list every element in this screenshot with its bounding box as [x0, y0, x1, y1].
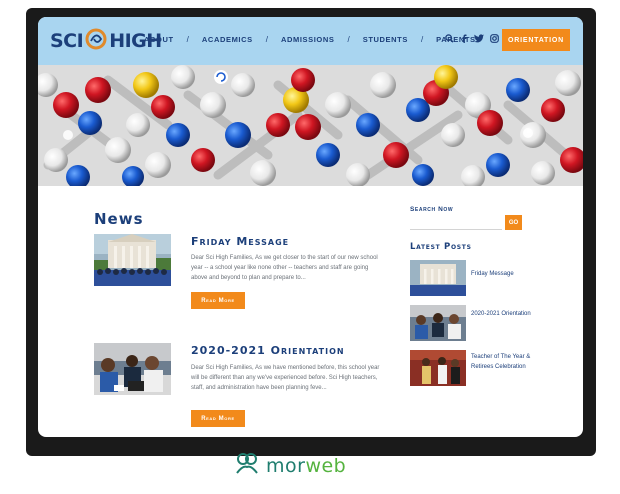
post-thumbnail-orientation[interactable]: [94, 343, 171, 395]
news-heading: News: [94, 210, 144, 228]
latest-post-label[interactable]: Friday Message: [471, 269, 551, 279]
post-thumbnail-friday-message[interactable]: [94, 234, 171, 286]
nav-separator: /: [265, 35, 268, 44]
nav-item-academics[interactable]: Academics: [202, 35, 253, 44]
post-title-orientation[interactable]: 2020-2021 Orientation: [191, 344, 345, 357]
search-now-label: Search Now: [410, 206, 454, 213]
latest-posts-heading: Latest Posts: [410, 242, 472, 252]
nav-item-students[interactable]: Students: [363, 35, 408, 44]
nav-separator: /: [347, 35, 350, 44]
hero-molecule-image: [38, 65, 583, 186]
nav-separator: /: [186, 35, 189, 44]
browser-window: SCI HIGH About / Academics / Admissions …: [38, 17, 583, 437]
sidebar-search-input[interactable]: [410, 215, 502, 230]
read-more-button-orientation[interactable]: Read More: [191, 410, 245, 427]
post-excerpt-friday-message: Dear Sci High Families, As we get closer…: [191, 255, 378, 281]
instagram-icon[interactable]: [490, 34, 499, 43]
read-more-button-friday-message[interactable]: Read More: [191, 292, 245, 309]
post-excerpt-orientation: Dear Sci High Families, As we have menti…: [191, 365, 380, 391]
nav-item-about[interactable]: About: [144, 35, 174, 44]
facebook-icon[interactable]: [460, 34, 468, 43]
main-nav: About / Academics / Admissions / Student…: [144, 35, 476, 44]
latest-post-thumbnail: [410, 260, 466, 296]
loading-spinner-icon: [214, 70, 228, 84]
watermark-text-web: web: [305, 455, 347, 477]
latest-post-label[interactable]: 2020-2021 Orientation: [471, 309, 551, 319]
post-title-friday-message[interactable]: Friday Message: [191, 235, 289, 248]
nav-item-admissions[interactable]: Admissions: [281, 35, 335, 44]
logo-text-sci: SCI: [50, 30, 84, 52]
morweb-watermark: morweb: [234, 451, 394, 482]
site-header: SCI HIGH About / Academics / Admissions …: [38, 17, 583, 65]
latest-post-item-friday-message[interactable]: Friday Message: [410, 260, 560, 296]
latest-post-item-teacher-of-the-year[interactable]: Teacher of The Year & Retirees Celebrati…: [410, 350, 560, 386]
latest-post-item-orientation[interactable]: 2020-2021 Orientation: [410, 305, 560, 341]
morweb-logo-icon: [234, 451, 260, 482]
nav-separator: /: [420, 35, 424, 44]
search-go-button[interactable]: GO: [505, 215, 522, 230]
twitter-icon[interactable]: [474, 34, 484, 43]
logo-swirl-icon: [85, 27, 107, 56]
watermark-text-mor: mor: [266, 455, 306, 477]
watermark-text: morweb: [266, 455, 346, 477]
orientation-button[interactable]: Orientation: [502, 29, 570, 51]
hero-banner: [38, 65, 583, 186]
latest-post-thumbnail: [410, 350, 466, 386]
header-icons: [445, 34, 499, 43]
latest-post-label[interactable]: Teacher of The Year & Retirees Celebrati…: [471, 352, 551, 372]
latest-post-thumbnail: [410, 305, 466, 341]
search-icon[interactable]: [445, 34, 454, 43]
